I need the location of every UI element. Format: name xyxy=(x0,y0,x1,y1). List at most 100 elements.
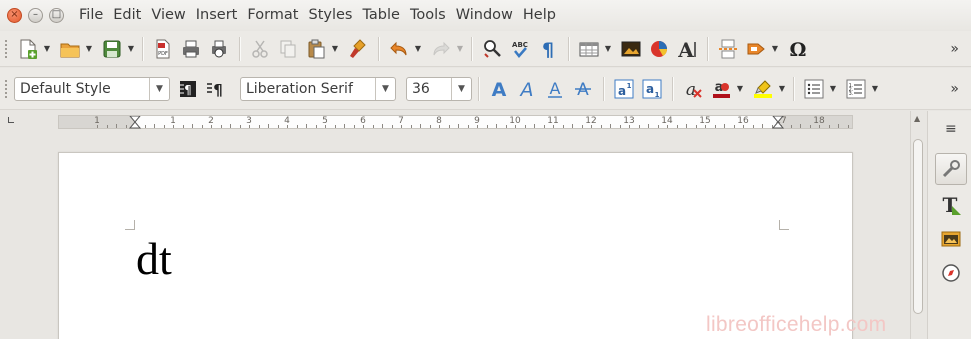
subscript-button[interactable]: a1 xyxy=(638,75,666,103)
numbering-button[interactable]: 1. 2. 3. xyxy=(842,75,870,103)
paragraph-style-combo[interactable]: Default Style ▼ xyxy=(14,76,170,101)
menu-table[interactable]: Table xyxy=(357,0,405,30)
toolbar-grip[interactable] xyxy=(4,78,8,99)
sidebar-navigator-button[interactable] xyxy=(935,257,967,289)
font-size-combo[interactable]: 36 ▼ xyxy=(406,76,472,101)
chevron-down-icon[interactable]: ▼ xyxy=(451,77,471,100)
open-button[interactable] xyxy=(56,35,84,63)
sidebar-menu-icon[interactable]: ≡ xyxy=(945,121,957,137)
insert-table-button[interactable] xyxy=(575,35,603,63)
redo-dropdown[interactable]: ▼ xyxy=(455,35,465,63)
ruler-tick xyxy=(125,125,127,128)
menu-view[interactable]: View xyxy=(146,0,190,30)
undo-dropdown[interactable]: ▼ xyxy=(413,35,423,63)
underline-button[interactable]: A xyxy=(541,75,569,103)
highlighting-button[interactable] xyxy=(749,75,777,103)
highlighting-dropdown[interactable]: ▼ xyxy=(777,75,787,103)
left-indent-marker-icon[interactable] xyxy=(129,116,141,129)
insert-page-break-button[interactable] xyxy=(714,35,742,63)
insert-field-button[interactable] xyxy=(742,35,770,63)
toolbar-overflow-button[interactable]: » xyxy=(950,81,959,97)
font-color-dropdown[interactable]: ▼ xyxy=(735,75,745,103)
chevron-down-icon[interactable]: ▼ xyxy=(375,77,395,100)
clone-formatting-button[interactable] xyxy=(344,35,372,63)
svg-text:A: A xyxy=(577,80,589,100)
toolbar-overflow-button[interactable]: » xyxy=(950,41,959,57)
menu-styles[interactable]: Styles xyxy=(303,0,357,30)
menu-file[interactable]: File xyxy=(74,0,108,30)
ruler-tick xyxy=(534,124,535,128)
paste-dropdown[interactable]: ▼ xyxy=(330,35,340,63)
save-button[interactable] xyxy=(98,35,126,63)
ruler-tick xyxy=(154,124,155,128)
vertical-scrollbar[interactable]: ▲ xyxy=(910,111,926,339)
special-character-button[interactable]: Ω xyxy=(784,35,812,63)
document-text[interactable]: dt xyxy=(136,233,172,285)
menu-insert[interactable]: Insert xyxy=(191,0,243,30)
sidebar-properties-button[interactable] xyxy=(935,153,967,185)
copy-button[interactable] xyxy=(274,35,302,63)
menu-help[interactable]: Help xyxy=(518,0,561,30)
navigator-icon xyxy=(942,264,960,282)
horizontal-ruler[interactable]: 1 1 2 3 4 5 6 7 8 9 10 11 12 13 14 15 16 17 18 xyxy=(58,115,853,129)
numbering-dropdown[interactable]: ▼ xyxy=(870,75,880,103)
ruler-tick xyxy=(467,125,469,128)
export-pdf-button[interactable]: PDF xyxy=(149,35,177,63)
undo-button[interactable] xyxy=(385,35,413,63)
formatting-marks-button[interactable]: ¶ xyxy=(534,35,562,63)
new-document-dropdown[interactable]: ▼ xyxy=(42,35,52,63)
update-style-button[interactable]: ¶ xyxy=(174,75,202,103)
new-document-button[interactable] xyxy=(14,35,42,63)
bullets-icon xyxy=(804,79,824,98)
menu-bar: × – □ File Edit View Insert Format Style… xyxy=(0,0,971,30)
insert-chart-button[interactable] xyxy=(645,35,673,63)
print-button[interactable] xyxy=(177,35,205,63)
paste-button[interactable] xyxy=(302,35,330,63)
insert-image-button[interactable] xyxy=(617,35,645,63)
font-name-combo[interactable]: Liberation Serif ▼ xyxy=(240,76,396,101)
right-indent-marker-icon[interactable] xyxy=(772,116,784,129)
watermark-text: libreofficehelp.com xyxy=(706,313,887,336)
ruler-tick xyxy=(800,124,801,128)
scroll-up-arrow-icon[interactable]: ▲ xyxy=(914,114,920,123)
open-dropdown[interactable]: ▼ xyxy=(84,35,94,63)
superscript-button[interactable]: a1 xyxy=(610,75,638,103)
window-maximize-button[interactable]: □ xyxy=(49,7,64,23)
clear-formatting-button[interactable]: a xyxy=(679,75,707,103)
window-close-button[interactable]: × xyxy=(7,7,22,23)
toolbar-grip[interactable] xyxy=(4,38,8,59)
bullets-button[interactable] xyxy=(800,75,828,103)
insert-table-dropdown[interactable]: ▼ xyxy=(603,35,613,63)
sidebar-gallery-button[interactable] xyxy=(935,222,967,254)
cut-button[interactable] xyxy=(246,35,274,63)
ruler-tick xyxy=(847,125,849,128)
bullets-dropdown[interactable]: ▼ xyxy=(828,75,838,103)
save-dropdown[interactable]: ▼ xyxy=(126,35,136,63)
menu-format[interactable]: Format xyxy=(242,0,303,30)
print-preview-button[interactable] xyxy=(205,35,233,63)
chevron-down-icon[interactable]: ▼ xyxy=(149,77,169,100)
menu-window[interactable]: Window xyxy=(451,0,518,30)
strikethrough-button[interactable]: A xyxy=(569,75,597,103)
new-style-button[interactable]: ¶ xyxy=(202,75,230,103)
numbering-icon: 1.2.3. xyxy=(846,79,866,98)
ruler-tick xyxy=(714,125,716,128)
italic-button[interactable]: A xyxy=(513,75,541,103)
find-replace-button[interactable] xyxy=(478,35,506,63)
ruler-tick xyxy=(600,125,602,128)
special-character-icon: Ω xyxy=(790,39,807,60)
window-minimize-button[interactable]: – xyxy=(28,7,43,23)
spelling-button[interactable]: ABC xyxy=(506,35,534,63)
sidebar-styles-button[interactable]: T xyxy=(935,189,967,221)
insert-fontwork-button[interactable]: A xyxy=(673,35,701,63)
font-color-button[interactable]: a xyxy=(707,75,735,103)
menu-tools[interactable]: Tools xyxy=(405,0,451,30)
document-page[interactable]: dt xyxy=(58,152,853,339)
redo-button[interactable] xyxy=(427,35,455,63)
tab-type-icon[interactable] xyxy=(8,117,14,123)
menu-edit[interactable]: Edit xyxy=(108,0,146,30)
bold-button[interactable]: A xyxy=(485,75,513,103)
insert-field-dropdown[interactable]: ▼ xyxy=(770,35,780,63)
document-area[interactable]: dt xyxy=(0,133,910,339)
scrollbar-thumb[interactable] xyxy=(913,139,923,314)
